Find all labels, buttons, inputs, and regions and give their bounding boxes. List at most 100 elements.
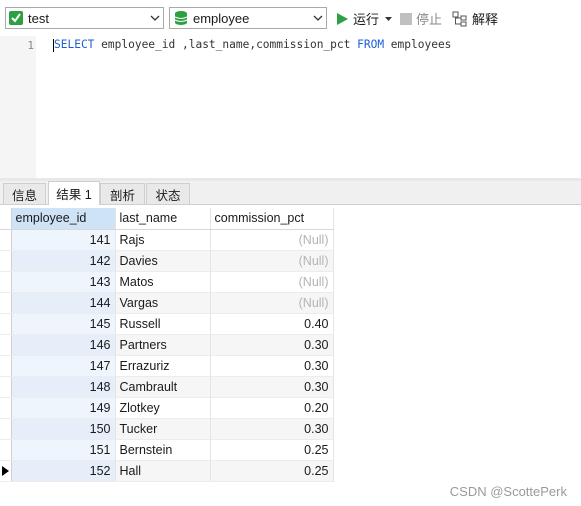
result-tabs: 信息 结果 1 剖析 状态 xyxy=(0,181,581,205)
cell-commission-pct[interactable]: 0.20 xyxy=(210,397,334,419)
run-button[interactable]: 运行 xyxy=(336,9,396,28)
row-indicator[interactable] xyxy=(0,355,12,377)
cell-commission-pct[interactable]: (Null) xyxy=(210,229,334,251)
cell-employee-id[interactable]: 149 xyxy=(11,397,116,419)
table-row[interactable]: 150 Tucker 0.30 xyxy=(0,418,334,440)
cell-last-name[interactable]: Bernstein xyxy=(115,439,211,461)
table-row[interactable]: 146 Partners 0.30 xyxy=(0,334,334,356)
database-icon xyxy=(174,11,188,25)
row-indicator[interactable] xyxy=(0,334,12,356)
cell-commission-pct[interactable]: 0.30 xyxy=(210,376,334,398)
row-indicator[interactable] xyxy=(0,271,12,293)
cell-commission-pct[interactable]: 0.25 xyxy=(210,460,334,482)
line-number: 1 xyxy=(27,39,34,52)
cell-employee-id[interactable]: 147 xyxy=(11,355,116,377)
table-row[interactable]: 145 Russell 0.40 xyxy=(0,313,334,335)
tab-profile[interactable]: 剖析 xyxy=(100,183,145,204)
row-indicator[interactable] xyxy=(0,229,12,251)
cell-last-name[interactable]: Matos xyxy=(115,271,211,293)
row-indicator[interactable] xyxy=(0,250,12,272)
tab-info[interactable]: 信息 xyxy=(3,183,46,204)
table-row[interactable]: 147 Errazuriz 0.30 xyxy=(0,355,334,377)
chevron-down-icon xyxy=(310,8,326,28)
table-row[interactable]: 152 Hall 0.25 xyxy=(0,460,334,482)
cell-employee-id[interactable]: 142 xyxy=(11,250,116,272)
column-header-commission-pct[interactable]: commission_pct xyxy=(210,208,334,230)
cell-last-name[interactable]: Davies xyxy=(115,250,211,272)
cell-commission-pct[interactable]: (Null) xyxy=(210,292,334,314)
table-row[interactable]: 149 Zlotkey 0.20 xyxy=(0,397,334,419)
sql-keyword-from: FROM xyxy=(357,38,385,51)
header-row: employee_id last_name commission_pct xyxy=(0,208,334,230)
row-indicator[interactable] xyxy=(0,397,12,419)
column-header-last-name[interactable]: last_name xyxy=(115,208,211,230)
row-indicator-header xyxy=(0,208,12,230)
cell-last-name[interactable]: Errazuriz xyxy=(115,355,211,377)
stop-label: 停止 xyxy=(416,12,443,27)
cell-commission-pct[interactable]: 0.40 xyxy=(210,313,334,335)
toolbar: test employee 运行 停止 解释 xyxy=(0,0,581,36)
connection-select[interactable]: test xyxy=(5,7,164,29)
chevron-down-icon xyxy=(147,8,163,28)
run-label: 运行 xyxy=(353,12,380,27)
row-indicator[interactable] xyxy=(0,292,12,314)
row-indicator[interactable] xyxy=(0,418,12,440)
cell-last-name[interactable]: Zlotkey xyxy=(115,397,211,419)
cell-employee-id[interactable]: 143 xyxy=(11,271,116,293)
cell-last-name[interactable]: Tucker xyxy=(115,418,211,440)
cell-employee-id[interactable]: 146 xyxy=(11,334,116,356)
cell-employee-id[interactable]: 151 xyxy=(11,439,116,461)
cell-employee-id[interactable]: 145 xyxy=(11,313,116,335)
sql-keyword-select: SELECT xyxy=(54,38,95,51)
stop-icon xyxy=(400,12,412,25)
current-row-indicator[interactable] xyxy=(0,460,12,482)
cell-commission-pct[interactable]: 0.30 xyxy=(210,334,334,356)
cell-commission-pct[interactable]: 0.30 xyxy=(210,355,334,377)
cell-employee-id[interactable]: 141 xyxy=(11,229,116,251)
cell-last-name[interactable]: Partners xyxy=(115,334,211,356)
cell-employee-id[interactable]: 150 xyxy=(11,418,116,440)
explain-button[interactable]: 解释 xyxy=(452,9,498,28)
cell-commission-pct[interactable]: 0.25 xyxy=(210,439,334,461)
table-row[interactable]: 143 Matos (Null) xyxy=(0,271,334,293)
explain-icon xyxy=(452,11,467,26)
table-row[interactable]: 151 Bernstein 0.25 xyxy=(0,439,334,461)
connection-icon xyxy=(9,11,23,25)
sql-columns: employee_id ,last_name,commission_pct xyxy=(94,38,358,51)
row-indicator[interactable] xyxy=(0,376,12,398)
cell-last-name[interactable]: Cambrault xyxy=(115,376,211,398)
row-indicator[interactable] xyxy=(0,313,12,335)
cell-commission-pct[interactable]: (Null) xyxy=(210,250,334,272)
cell-commission-pct[interactable]: 0.30 xyxy=(210,418,334,440)
table-row[interactable]: 148 Cambrault 0.30 xyxy=(0,376,334,398)
explain-label: 解释 xyxy=(472,12,499,27)
line-gutter: 1 xyxy=(0,36,36,178)
database-select[interactable]: employee xyxy=(169,7,327,29)
table-row[interactable]: 144 Vargas (Null) xyxy=(0,292,334,314)
result-grid: employee_id last_name commission_pct 141… xyxy=(0,208,334,482)
connection-label: test xyxy=(28,10,49,26)
play-icon xyxy=(337,12,348,25)
cell-employee-id[interactable]: 144 xyxy=(11,292,116,314)
watermark: CSDN @ScottePerk xyxy=(449,484,567,499)
database-label: employee xyxy=(193,10,250,26)
row-indicator[interactable] xyxy=(0,439,12,461)
cell-commission-pct[interactable]: (Null) xyxy=(210,271,334,293)
sql-editor[interactable]: 1 SELECT employee_id ,last_name,commissi… xyxy=(0,36,581,178)
caret-down-icon xyxy=(385,16,393,21)
column-header-employee-id[interactable]: employee_id xyxy=(11,208,116,230)
cell-employee-id[interactable]: 148 xyxy=(11,376,116,398)
sql-table: employees xyxy=(384,38,452,51)
table-row[interactable]: 141 Rajs (Null) xyxy=(0,229,334,251)
tab-status[interactable]: 状态 xyxy=(146,183,190,204)
cell-last-name[interactable]: Rajs xyxy=(115,229,211,251)
cell-last-name[interactable]: Vargas xyxy=(115,292,211,314)
cell-employee-id[interactable]: 152 xyxy=(11,460,116,482)
table-row[interactable]: 142 Davies (Null) xyxy=(0,250,334,272)
current-row-arrow-icon xyxy=(2,465,9,476)
cell-last-name[interactable]: Hall xyxy=(115,460,211,482)
tab-result-1[interactable]: 结果 1 xyxy=(48,181,100,205)
result-table: employee_id last_name commission_pct 141… xyxy=(0,208,334,482)
stop-button[interactable]: 停止 xyxy=(400,9,442,28)
cell-last-name[interactable]: Russell xyxy=(115,313,211,335)
